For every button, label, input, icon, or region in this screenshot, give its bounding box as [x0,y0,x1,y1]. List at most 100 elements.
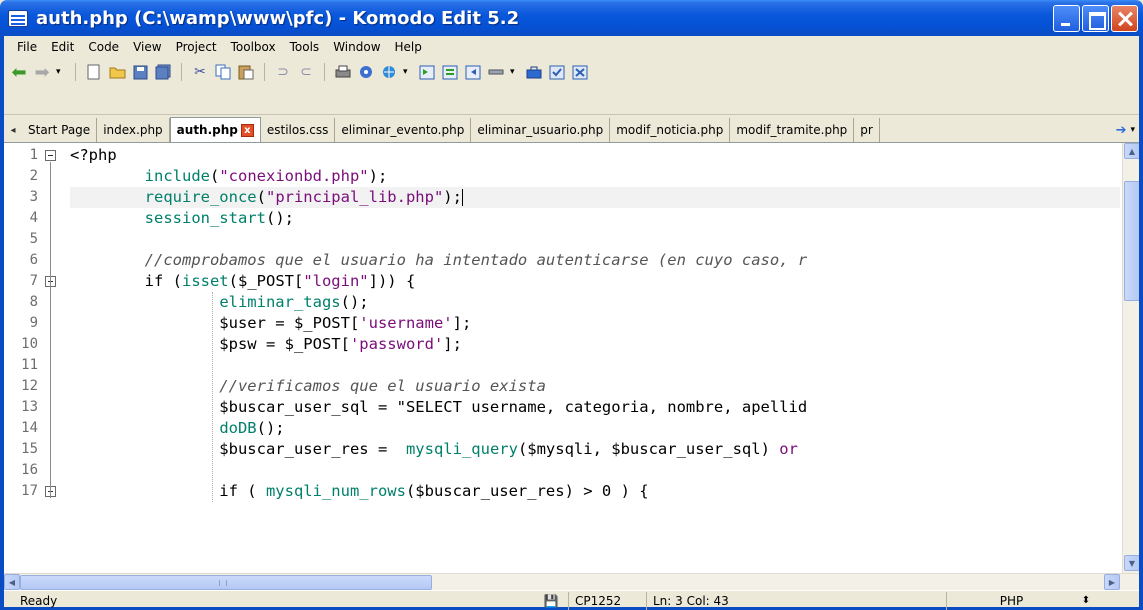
code-line[interactable]: if (isset($_POST["login"])) { [70,271,1120,292]
minimize-button[interactable] [1053,5,1080,32]
language-spinner-icon[interactable]: ⬍ [1076,595,1096,606]
menu-code[interactable]: Code [81,40,126,54]
scroll-right-icon[interactable]: ▶ [1104,574,1120,590]
spell-icon[interactable] [548,63,566,81]
toolbox-icon[interactable] [525,63,543,81]
code-editor[interactable]: 1 2 3 4 5 6 7 8 9 10 11 12 13 14 15 16 17 <?php include(… [4,143,1139,573]
scroll-down-icon[interactable]: ▼ [1124,555,1139,571]
line-number[interactable]: 5 [6,229,38,250]
code-line[interactable]: $buscar_user_sql = "SELECT username, cat… [70,397,1120,418]
tab-pr[interactable]: pr [854,118,880,142]
tab-modif-tramite[interactable]: modif_tramite.php [730,118,855,142]
new-file-icon[interactable] [85,63,103,81]
line-number[interactable]: 13 [6,397,38,418]
line-number[interactable]: 4 [6,208,38,229]
line-number[interactable]: 6 [6,250,38,271]
tab-scroll-right-icon[interactable]: ➔ [1116,123,1127,138]
close-window-button[interactable] [1111,5,1138,32]
paste-icon[interactable] [237,63,255,81]
save-icon[interactable] [131,63,149,81]
language-indicator[interactable]: PHP [946,591,1076,610]
fold-toggle-icon[interactable] [45,150,56,161]
code-line[interactable]: $psw = $_POST['password']; [70,334,1120,355]
save-options-icon[interactable]: 💾 [534,592,568,610]
line-number[interactable]: 2 [6,166,38,187]
sync-icon[interactable] [571,63,589,81]
open-folder-icon[interactable] [108,63,126,81]
maximize-button[interactable] [1082,5,1109,32]
back-icon[interactable]: ⬅ [10,62,28,83]
code-line[interactable]: $user = $_POST['username']; [70,313,1120,334]
line-number[interactable]: 15 [6,439,38,460]
menu-edit[interactable]: Edit [44,40,81,54]
vertical-scrollbar[interactable]: ▲ ▼ [1122,143,1139,573]
save-all-icon[interactable] [154,63,172,81]
macro-play-icon[interactable] [441,63,459,81]
redo-icon[interactable]: ⊂ [297,63,315,81]
code-line[interactable]: if ( mysqli_num_rows($buscar_user_res) >… [70,481,1120,502]
print-icon[interactable] [334,63,352,81]
menu-window[interactable]: Window [326,40,387,54]
browser-icon[interactable] [380,63,398,81]
tab-eliminar-usuario[interactable]: eliminar_usuario.php [471,118,611,142]
line-number[interactable]: 14 [6,418,38,439]
code-line[interactable]: include("conexionbd.php"); [70,166,1120,187]
history-dropdown-icon[interactable]: ▾ [56,67,66,77]
scroll-up-icon[interactable]: ▲ [1124,143,1139,159]
menu-help[interactable]: Help [388,40,429,54]
line-number[interactable]: 10 [6,334,38,355]
browser-dropdown-icon[interactable]: ▾ [403,67,413,77]
scroll-left-icon[interactable]: ◀ [4,574,20,590]
line-number[interactable]: 8 [6,292,38,313]
undo-icon[interactable]: ⊃ [274,63,292,81]
code-line[interactable]: eliminar_tags(); [70,292,1120,313]
line-dropdown-icon[interactable]: ▾ [510,67,520,77]
code-line[interactable]: //comprobamos que el usuario ha intentad… [70,250,1120,271]
menu-tools[interactable]: Tools [283,40,327,54]
line-icon[interactable] [487,63,505,81]
menu-view[interactable]: View [126,40,168,54]
code-line[interactable]: doDB(); [70,418,1120,439]
tab-eliminar-evento[interactable]: eliminar_evento.php [335,118,472,142]
copy-icon[interactable] [214,63,232,81]
code-text-area[interactable]: <?php include("conexionbd.php"); require… [70,143,1120,573]
menu-project[interactable]: Project [169,40,224,54]
code-line[interactable] [70,460,1120,481]
line-number[interactable]: 1 [6,145,38,166]
cursor-position[interactable]: Ln: 3 Col: 43 [646,591,946,610]
title-bar[interactable]: auth.php (C:\wamp\www\pfc) - Komodo Edit… [0,0,1143,36]
code-line[interactable]: session_start(); [70,208,1120,229]
tab-start-page[interactable]: Start Page [22,118,98,142]
line-number[interactable]: 9 [6,313,38,334]
tab-index-php[interactable]: index.php [97,118,170,142]
menu-file[interactable]: File [10,40,44,54]
line-number[interactable]: 11 [6,355,38,376]
horizontal-scrollbar[interactable]: ◀ ▶ [4,573,1139,590]
code-line[interactable] [70,229,1120,250]
tab-auth-php[interactable]: auth.php x [169,117,261,142]
macro-stop-icon[interactable] [464,63,482,81]
tab-scroll-left-icon[interactable]: ◂ [4,118,22,142]
preview-icon[interactable] [357,63,375,81]
vertical-scroll-thumb[interactable] [1124,181,1139,301]
line-number[interactable]: 16 [6,460,38,481]
line-number[interactable]: 17 [6,481,38,502]
encoding-indicator[interactable]: CP1252 [568,591,646,610]
tab-modif-noticia[interactable]: modif_noticia.php [610,118,731,142]
line-number[interactable]: 7 [6,271,38,292]
tab-estilos-css[interactable]: estilos.css [260,118,336,142]
horizontal-scroll-thumb[interactable] [20,575,432,590]
line-number[interactable]: 3 [6,187,38,208]
cut-icon[interactable]: ✂ [191,63,209,81]
komodo-app-icon[interactable] [8,9,28,27]
code-line[interactable]: require_once("principal_lib.php"); [70,187,1120,208]
forward-icon[interactable]: ➡ [33,62,51,83]
code-line[interactable]: //verificamos que el usuario exista [70,376,1120,397]
code-line[interactable] [70,355,1120,376]
macro-record-icon[interactable] [418,63,436,81]
code-line[interactable]: <?php [70,145,1120,166]
menu-toolbox[interactable]: Toolbox [224,40,283,54]
tab-close-icon[interactable]: x [240,123,254,137]
tab-list-dropdown-icon[interactable]: ▾ [1130,125,1135,135]
line-number[interactable]: 12 [6,376,38,397]
